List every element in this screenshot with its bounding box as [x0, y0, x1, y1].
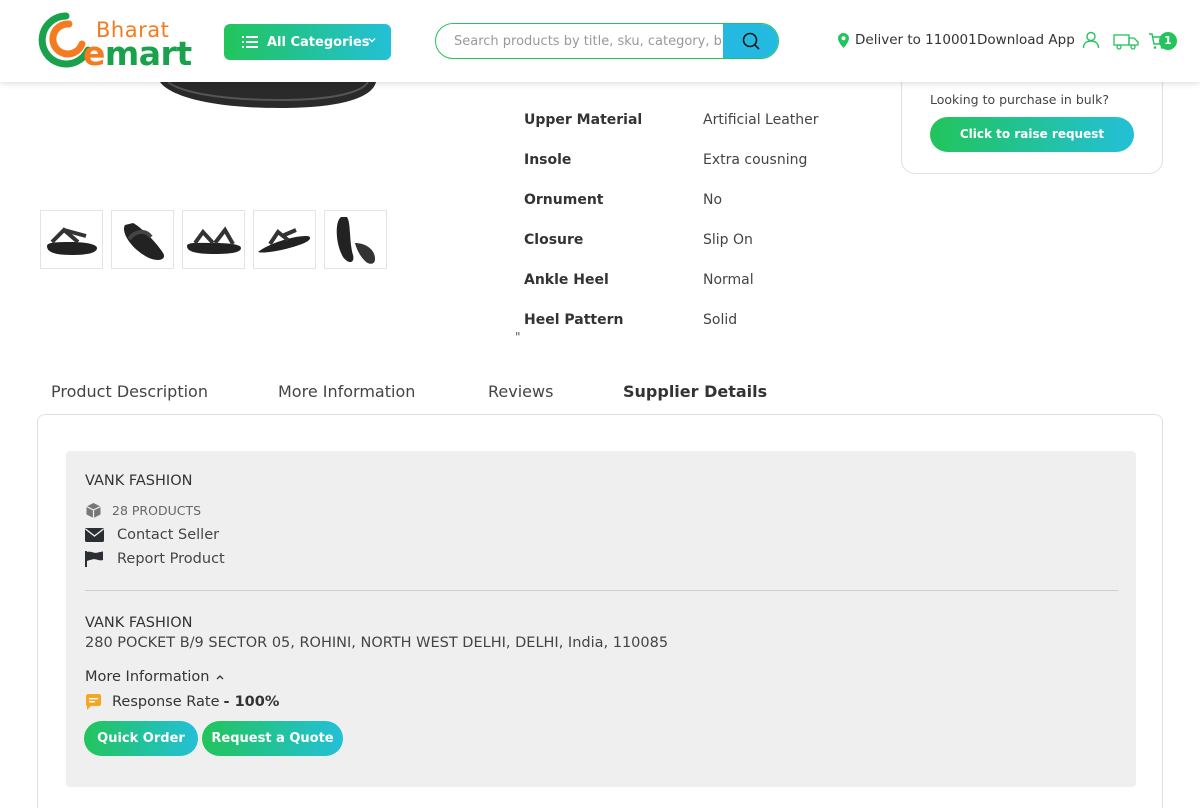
- supplier-divider: [85, 590, 1118, 591]
- stray-quote-text: ": [515, 330, 521, 344]
- logo-text-e: e: [83, 34, 105, 73]
- tab-more-information[interactable]: More Information: [278, 382, 415, 401]
- bulk-purchase-text: Looking to purchase in bulk?: [930, 92, 1110, 107]
- spec-row: Ankle Heel Normal: [524, 260, 819, 300]
- supplier-name: VANK FASHION: [85, 473, 193, 489]
- contact-seller-label: Contact Seller: [117, 527, 220, 543]
- spec-value: No: [703, 192, 723, 208]
- chevron-down-icon: [368, 38, 376, 43]
- product-tabs: Product Description More Information Rev…: [37, 372, 1163, 416]
- all-categories-label: All Categories: [267, 34, 370, 50]
- spec-label: Heel Pattern: [524, 312, 624, 328]
- chat-icon: [86, 694, 101, 710]
- response-rate-value: - 100%: [223, 694, 280, 710]
- deliver-label: Deliver to 110001: [855, 32, 977, 48]
- download-app-link[interactable]: Download App: [977, 32, 1075, 48]
- spec-row: Upper Material Artificial Leather: [524, 100, 819, 140]
- search-icon: [742, 32, 760, 50]
- sandal-thumb-icon: [336, 216, 375, 264]
- supplier-address-name: VANK FASHION: [85, 615, 193, 631]
- all-categories-button[interactable]: All Categories: [224, 24, 391, 60]
- spec-label: Ornument: [524, 192, 604, 208]
- main-product-image[interactable]: [150, 82, 390, 112]
- search-bar: [435, 23, 779, 59]
- truck-icon[interactable]: [1113, 33, 1139, 50]
- response-rate-label: Response Rate: [112, 694, 220, 710]
- spec-value: Slip On: [703, 232, 753, 248]
- chevron-up-icon: [216, 675, 223, 680]
- spec-value: Normal: [703, 272, 754, 288]
- list-icon: [242, 36, 258, 48]
- request-quote-button[interactable]: Request a Quote: [202, 721, 343, 756]
- spec-value: Artificial Leather: [703, 112, 819, 128]
- report-product-label: Report Product: [117, 551, 225, 567]
- spec-label: Upper Material: [524, 112, 643, 128]
- contact-seller-link[interactable]: Contact Seller: [85, 527, 219, 543]
- quick-order-button[interactable]: Quick Order: [84, 721, 198, 756]
- bharat-emart-logo[interactable]: Bharat emart: [36, 10, 196, 73]
- site-header: Bharat emart All Categories Deliver to 1…: [0, 0, 1200, 82]
- thumbnail-2[interactable]: [111, 210, 174, 269]
- response-rate: Response Rate - 100%: [85, 694, 279, 710]
- thumbnail-3[interactable]: [182, 210, 245, 269]
- logo-text-emart: emart: [83, 34, 192, 73]
- sandal-thumb-icon: [46, 226, 97, 255]
- products-count-label: 28 PRODUCTS: [112, 503, 202, 518]
- envelope-icon: [85, 528, 104, 542]
- box-icon: [86, 503, 101, 518]
- tab-reviews[interactable]: Reviews: [488, 382, 553, 401]
- report-product-link[interactable]: Report Product: [85, 551, 225, 567]
- spec-row: Ornument No: [524, 180, 819, 220]
- more-information-label: More Information: [85, 669, 210, 685]
- thumbnail-1[interactable]: [40, 210, 103, 269]
- map-pin-icon: [838, 32, 849, 48]
- spec-value: Solid: [703, 312, 738, 328]
- tab-content-panel: VANK FASHION 28 PRODUCTS Contact Seller …: [37, 414, 1163, 808]
- thumbnail-5[interactable]: [324, 210, 387, 269]
- cart-count-badge: 1: [1159, 32, 1177, 50]
- user-icon[interactable]: [1082, 31, 1100, 49]
- flag-icon: [85, 551, 103, 567]
- raise-request-button[interactable]: Click to raise request: [930, 117, 1134, 152]
- sandal-image: [160, 82, 376, 108]
- logo-text-mart: mart: [104, 34, 192, 73]
- supplier-products-count[interactable]: 28 PRODUCTS: [85, 502, 201, 519]
- supplier-address: 280 POCKET B/9 SECTOR 05, ROHINI, NORTH …: [85, 635, 669, 651]
- spec-row: Heel Pattern Solid: [524, 300, 819, 340]
- tab-supplier-details[interactable]: Supplier Details: [623, 382, 767, 401]
- sandal-thumb-icon: [123, 222, 164, 260]
- spec-label: Insole: [524, 152, 572, 168]
- search-button[interactable]: [723, 24, 778, 58]
- spec-row: Insole Extra cousning: [524, 140, 819, 180]
- thumbnail-4[interactable]: [253, 210, 316, 269]
- deliver-location[interactable]: Deliver to 110001: [838, 32, 977, 48]
- more-information-toggle[interactable]: More Information: [85, 669, 225, 685]
- search-input[interactable]: [436, 24, 724, 58]
- product-specs: Upper Material Artificial Leather Insole…: [524, 100, 819, 340]
- spec-label: Ankle Heel: [524, 272, 609, 288]
- spec-value: Extra cousning: [703, 152, 808, 168]
- spec-label: Closure: [524, 232, 584, 248]
- spec-row: Closure Slip On: [524, 220, 819, 260]
- supplier-card: VANK FASHION 28 PRODUCTS Contact Seller …: [66, 451, 1136, 787]
- thumbnail-strip: [40, 210, 387, 269]
- tab-product-description[interactable]: Product Description: [51, 382, 208, 401]
- sandal-thumb-icon: [186, 225, 241, 254]
- sandal-thumb-icon: [257, 227, 310, 253]
